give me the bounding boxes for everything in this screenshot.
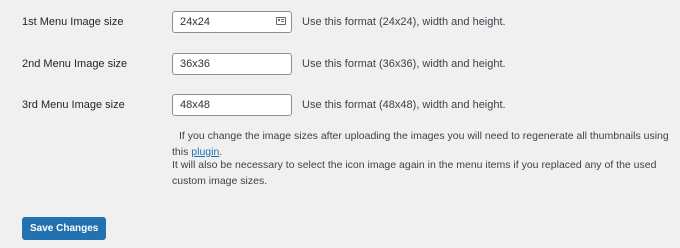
image-size-1-field-wrap bbox=[172, 11, 292, 33]
image-size-3-hint: Use this format (48x48), width and heigh… bbox=[302, 99, 506, 111]
image-size-row-3: 3rd Menu Image size Use this format (48x… bbox=[0, 92, 680, 118]
contact-card-icon[interactable] bbox=[276, 17, 286, 25]
image-size-2-label: 2nd Menu Image size bbox=[22, 58, 128, 70]
image-size-3-label: 3rd Menu Image size bbox=[22, 99, 125, 111]
image-size-row-1: 1st Menu Image size Use this format (24x… bbox=[0, 9, 680, 35]
icon-reselect-note: It will also be necessary to select the … bbox=[172, 159, 657, 187]
image-size-1-input[interactable] bbox=[172, 11, 292, 33]
image-size-3-input[interactable] bbox=[172, 94, 292, 116]
image-size-2-input[interactable] bbox=[172, 53, 292, 75]
regenerate-note-text: If you change the image sizes after uplo… bbox=[172, 130, 669, 158]
image-size-row-2: 2nd Menu Image size Use this format (36x… bbox=[0, 51, 680, 77]
save-changes-button[interactable]: Save Changes bbox=[22, 217, 107, 240]
image-size-1-hint: Use this format (24x24), width and heigh… bbox=[302, 16, 506, 28]
image-size-1-label: 1st Menu Image size bbox=[22, 16, 124, 28]
regenerate-note: If you change the image sizes after uplo… bbox=[172, 128, 672, 160]
image-size-2-hint: Use this format (36x36), width and heigh… bbox=[302, 58, 506, 70]
